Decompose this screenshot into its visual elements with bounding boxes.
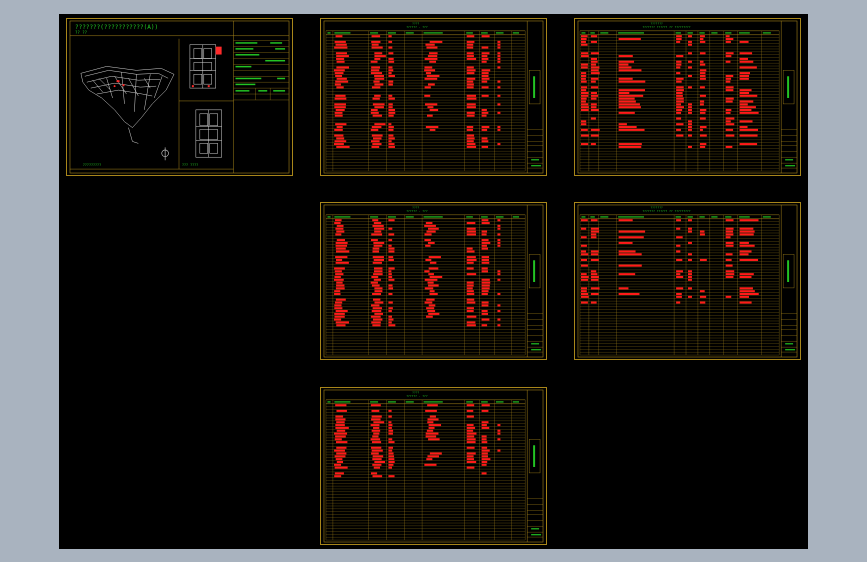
- site-plan-sheet[interactable]: ????????? ??? ???? ???????(???????????(A…: [66, 18, 293, 176]
- schedule-sheet-1[interactable]: ?????????? · ???: [320, 18, 547, 176]
- model-space-canvas[interactable]: ????????? ??? ???? ???????(???????????(A…: [59, 14, 808, 549]
- sheet-header-sub: ?????? · ???: [406, 209, 428, 213]
- sheet-header-sub: ??????? ?????? ?? ?????????: [642, 209, 690, 213]
- schedule-sheet-2[interactable]: ?????????????? ?????? ?? ?????????: [574, 18, 801, 176]
- site-caption-left: ?????????: [83, 163, 101, 167]
- sheet-header-sub: ??????? ?????? ?? ?????????: [642, 25, 690, 29]
- sheet-header-sub: ?????? · ???: [406, 394, 428, 398]
- site-caption-right: ??? ????: [182, 163, 198, 167]
- schedule-sheet-3[interactable]: ?????????? · ???: [320, 202, 547, 360]
- site-plan-subtitle: ?? ??: [75, 30, 88, 35]
- site-plan-title: ???????(???????????(A)): [75, 24, 159, 31]
- sheet-header-sub: ?????? · ???: [406, 25, 428, 29]
- schedule-sheet-5[interactable]: ?????????? · ???: [320, 387, 547, 545]
- schedule-sheet-4[interactable]: ?????????????? ?????? ?? ?????????: [574, 202, 801, 360]
